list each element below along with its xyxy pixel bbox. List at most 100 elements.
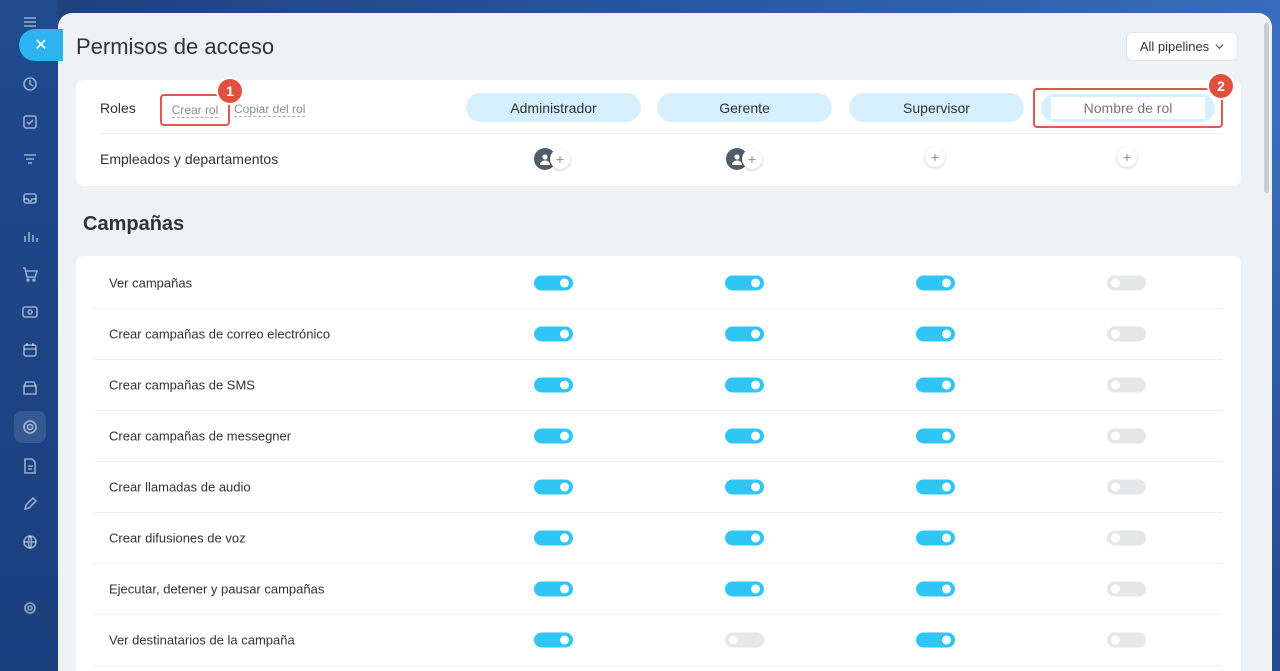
permission-label: Ver campañas: [109, 275, 193, 291]
toggle-knob: [751, 533, 760, 543]
create-role-button[interactable]: Crear rol: [160, 94, 230, 126]
left-sidebar: [0, 0, 58, 671]
toggle-knob: [1111, 584, 1120, 594]
toggle-knob: [751, 431, 760, 441]
permission-toggle-new-role[interactable]: [1107, 275, 1146, 291]
permission-toggle-gerente[interactable]: [725, 428, 764, 444]
permission-label: Crear campañas de SMS: [109, 377, 255, 393]
toggle-knob: [729, 635, 738, 645]
permission-toggle-administrador[interactable]: [534, 377, 573, 393]
permission-toggle-supervisor[interactable]: [916, 581, 955, 597]
permission-toggle-new-role[interactable]: [1107, 632, 1146, 648]
permission-toggle-new-role[interactable]: [1107, 530, 1146, 546]
add-employee-icon[interactable]: +: [1117, 147, 1137, 167]
toggle-knob: [1111, 635, 1120, 645]
permission-toggle-supervisor[interactable]: [916, 632, 955, 648]
payments-icon[interactable]: [14, 296, 46, 328]
role-column-administrador[interactable]: Administrador: [466, 93, 641, 122]
role-column-supervisor[interactable]: Supervisor: [849, 93, 1024, 122]
pencil-icon[interactable]: [14, 488, 46, 520]
add-employee-icon[interactable]: +: [742, 149, 762, 169]
pipeline-select-label: All pipelines: [1139, 39, 1210, 54]
permission-label: Ver destinatarios de la campaña: [109, 632, 295, 648]
permission-toggle-administrador[interactable]: [534, 275, 573, 291]
roles-card: Roles Crear rol 1 Copiar del rol Adminis…: [76, 74, 1241, 186]
new-role-name-input[interactable]: [1051, 97, 1205, 119]
toggle-knob: [751, 584, 760, 594]
globe-icon[interactable]: [14, 526, 46, 558]
new-role-pill: [1041, 94, 1215, 122]
toggle-knob: [942, 329, 951, 339]
tasks-icon[interactable]: [14, 106, 46, 138]
permissions-card: Ver campañas Crear campañas de correo ele…: [76, 256, 1241, 671]
permission-toggle-new-role[interactable]: [1107, 428, 1146, 444]
toggle-knob: [560, 278, 569, 288]
permission-label: Crear campañas de correo electrónico: [109, 326, 331, 342]
activity-icon[interactable]: [14, 68, 46, 100]
permission-toggle-gerente[interactable]: [725, 632, 764, 648]
employees-cell-gerente[interactable]: +: [726, 146, 762, 172]
cart-icon[interactable]: [14, 258, 46, 290]
permission-toggle-supervisor[interactable]: [916, 479, 955, 495]
permission-toggle-gerente[interactable]: [725, 479, 764, 495]
permission-toggle-supervisor[interactable]: [916, 530, 955, 546]
add-employee-icon[interactable]: +: [925, 147, 945, 167]
analytics-icon[interactable]: [14, 220, 46, 252]
toggle-knob: [1111, 329, 1120, 339]
create-role-label: Crear rol: [171, 102, 219, 118]
permission-toggle-administrador[interactable]: [534, 479, 573, 495]
scrollbar[interactable]: [1264, 23, 1269, 193]
permission-toggle-gerente[interactable]: [725, 326, 764, 342]
inbox-icon[interactable]: [14, 182, 46, 214]
permission-toggle-new-role[interactable]: [1107, 377, 1146, 393]
permission-label: Crear campañas de messegner: [109, 428, 292, 444]
toggle-knob: [560, 431, 569, 441]
permission-toggle-gerente[interactable]: [725, 275, 764, 291]
add-employee-icon[interactable]: +: [550, 149, 570, 169]
document-icon[interactable]: [14, 450, 46, 482]
employees-cell-supervisor[interactable]: +: [925, 144, 945, 170]
employees-label: Empleados y departamentos: [100, 151, 279, 167]
divider: [100, 133, 1223, 134]
permission-toggle-administrador[interactable]: [534, 581, 573, 597]
role-column-gerente[interactable]: Gerente: [657, 93, 832, 122]
permission-toggle-gerente[interactable]: [725, 581, 764, 597]
permission-label: Crear difusiones de voz: [109, 530, 246, 546]
employees-cell-administrador[interactable]: +: [534, 146, 570, 172]
permission-toggle-supervisor[interactable]: [916, 326, 955, 342]
toggle-knob: [942, 278, 951, 288]
calendar-icon[interactable]: [14, 334, 46, 366]
marketing-icon[interactable]: [14, 411, 46, 443]
toggle-knob: [560, 584, 569, 594]
permission-toggle-administrador[interactable]: [534, 428, 573, 444]
permission-toggle-new-role[interactable]: [1107, 326, 1146, 342]
toggle-knob: [942, 533, 951, 543]
toggle-knob: [942, 635, 951, 645]
store-icon[interactable]: [14, 372, 46, 404]
toggle-knob: [751, 482, 760, 492]
step-badge-1: 1: [218, 79, 242, 103]
close-icon[interactable]: ✕: [19, 29, 63, 61]
toggle-knob: [1111, 533, 1120, 543]
employees-cell-new-role[interactable]: +: [1117, 144, 1137, 170]
settings-icon[interactable]: [14, 592, 46, 624]
toggle-knob: [942, 380, 951, 390]
permission-toggle-administrador[interactable]: [534, 530, 573, 546]
permission-toggle-new-role[interactable]: [1107, 479, 1146, 495]
pipeline-select[interactable]: All pipelines: [1126, 32, 1238, 61]
toggle-knob: [560, 329, 569, 339]
permission-toggle-supervisor[interactable]: [916, 275, 955, 291]
roles-label: Roles: [100, 100, 136, 116]
filter-icon[interactable]: [14, 144, 46, 176]
permission-toggle-administrador[interactable]: [534, 326, 573, 342]
permission-toggle-gerente[interactable]: [725, 377, 764, 393]
permission-toggle-supervisor[interactable]: [916, 428, 955, 444]
permission-toggle-new-role[interactable]: [1107, 581, 1146, 597]
permission-toggle-supervisor[interactable]: [916, 377, 955, 393]
permission-row: Crear campañas de correo electrónico: [94, 309, 1222, 360]
toggle-knob: [942, 431, 951, 441]
permission-toggle-gerente[interactable]: [725, 530, 764, 546]
copy-role-link[interactable]: Copiar del rol: [234, 102, 306, 117]
permission-row: Crear difusiones de voz: [94, 513, 1222, 564]
permission-toggle-administrador[interactable]: [534, 632, 573, 648]
